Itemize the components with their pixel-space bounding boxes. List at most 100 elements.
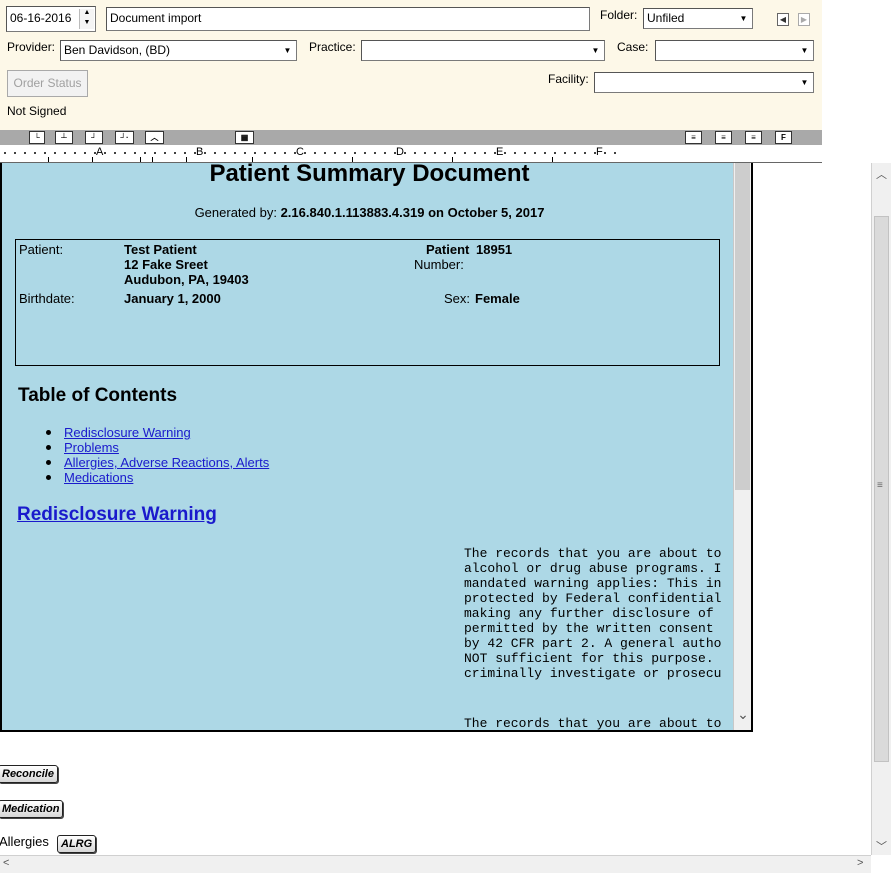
practice-select[interactable]: ▼ bbox=[361, 40, 605, 61]
generated-by-oid: 2.16.840.1.113883.4.319 bbox=[280, 205, 425, 220]
scroll-down-icon[interactable]: ﹀ bbox=[876, 838, 887, 854]
chevron-down-icon: ▼ bbox=[280, 42, 295, 59]
folder-select[interactable]: Unfiled ▼ bbox=[643, 8, 753, 29]
warning-line: mandated warning applies: This in bbox=[464, 576, 722, 591]
align-center-icon[interactable]: ≡ bbox=[715, 131, 732, 144]
scroll-up-icon[interactable]: ︿ bbox=[876, 166, 887, 182]
provider-value: Ben Davidson, (BD) bbox=[64, 43, 171, 57]
ruler[interactable]: A B C D E F bbox=[0, 145, 822, 163]
ruler-tick bbox=[452, 157, 453, 162]
warning-line: The records that you are about to bbox=[464, 546, 722, 561]
ruler-letter: B bbox=[196, 146, 204, 158]
toc-item: Redisclosure Warning bbox=[46, 425, 269, 440]
chevron-down-icon[interactable]: ⌄ bbox=[734, 706, 751, 722]
reconcile-button[interactable]: Reconcile bbox=[0, 765, 58, 783]
practice-label: Practice: bbox=[309, 40, 356, 54]
warning-line: making any further disclosure of bbox=[464, 606, 714, 621]
prev-document-icon[interactable]: ◀ bbox=[777, 13, 789, 26]
next-document-icon[interactable]: ▶ bbox=[798, 13, 810, 26]
patient-address-line-2: Audubon, PA, 19403 bbox=[124, 272, 249, 287]
decimal-tab-icon[interactable]: ┘· bbox=[115, 131, 134, 144]
generated-prefix: Generated by: bbox=[194, 205, 277, 220]
toc-link-redisclosure[interactable]: Redisclosure Warning bbox=[64, 425, 191, 440]
toc-item: Medications bbox=[46, 470, 269, 485]
provider-label: Provider: bbox=[7, 40, 56, 54]
patient-number: 18951 bbox=[476, 242, 513, 257]
warning-line: The records that you are about to bbox=[464, 716, 722, 731]
generated-on-word: on bbox=[428, 205, 444, 220]
facility-select[interactable]: ▼ bbox=[594, 72, 814, 93]
ruler-tick bbox=[140, 157, 141, 162]
sex-value: Female bbox=[475, 291, 520, 306]
align-tab-left-icon[interactable]: └ bbox=[29, 131, 45, 144]
facility-label: Facility: bbox=[548, 72, 589, 86]
ruler-dots bbox=[0, 152, 620, 154]
justify-icon[interactable]: F bbox=[775, 131, 792, 144]
sex-label: Sex: bbox=[444, 291, 471, 306]
ruler-tick bbox=[252, 157, 253, 162]
grip-icon: ≡ bbox=[877, 480, 883, 491]
ruler-letter: C bbox=[296, 146, 304, 158]
document-title: Patient Summary Document bbox=[209, 163, 530, 187]
order-status-button[interactable]: Order Status bbox=[7, 70, 88, 97]
date-down-arrow[interactable]: ▼ bbox=[79, 19, 94, 29]
toc-heading: Table of Contents bbox=[18, 385, 178, 406]
toc-link-medications[interactable]: Medications bbox=[64, 470, 133, 485]
ruler-tick bbox=[152, 157, 153, 162]
document-viewer[interactable]: Patient Summary Document Generated by: 2… bbox=[0, 163, 753, 732]
sign-status: Not Signed bbox=[7, 104, 67, 118]
scroll-left-icon[interactable]: < bbox=[3, 857, 9, 869]
align-tab-center-icon[interactable]: ┴ bbox=[55, 131, 73, 144]
medication-button[interactable]: Medication bbox=[0, 800, 64, 818]
ruler-letter: D bbox=[396, 146, 404, 158]
patient-info-box: Patient: Test Patient 12 Fake Sreet Audu… bbox=[15, 239, 720, 366]
patient-number-label-2: Number: bbox=[414, 257, 464, 272]
patient-name: Test Patient bbox=[124, 242, 197, 257]
alrg-button[interactable]: ALRG bbox=[57, 835, 97, 853]
folder-label: Folder: bbox=[600, 8, 638, 22]
wave-icon[interactable]: ︿ bbox=[145, 131, 164, 144]
ruler-tick bbox=[552, 157, 553, 162]
toc-link-allergies[interactable]: Allergies, Adverse Reactions, Alerts bbox=[64, 455, 269, 470]
toc-link-problems[interactable]: Problems bbox=[64, 440, 119, 455]
scroll-right-icon[interactable]: > bbox=[857, 857, 863, 869]
align-tab-right-icon[interactable]: ┘ bbox=[85, 131, 103, 144]
birthdate-value: January 1, 2000 bbox=[124, 291, 221, 306]
birthdate-label: Birthdate: bbox=[19, 291, 75, 306]
header-form: 06-16-2016 ▲ ▼ Document import Folder: U… bbox=[0, 0, 822, 130]
viewer-scroll-thumb[interactable] bbox=[735, 163, 750, 490]
document-import-window: 06-16-2016 ▲ ▼ Document import Folder: U… bbox=[0, 0, 891, 873]
warning-line: protected by Federal confidential bbox=[464, 591, 722, 606]
description-field[interactable]: Document import bbox=[106, 7, 590, 31]
align-right-icon[interactable]: ≡ bbox=[745, 131, 762, 144]
chevron-down-icon: ▼ bbox=[588, 42, 603, 59]
table-icon[interactable]: ▦ bbox=[235, 131, 254, 144]
page-vertical-scrollbar[interactable]: ︿ ≡ ﹀ bbox=[871, 163, 891, 855]
patient-number-label: Patient bbox=[426, 242, 470, 257]
generated-by-line: Generated by: 2.16.840.1.113883.4.319 on… bbox=[2, 205, 737, 220]
warning-line: NOT sufficient for this purpose. bbox=[464, 651, 714, 666]
date-field[interactable]: 06-16-2016 ▲ ▼ bbox=[6, 6, 96, 32]
warning-line: by 42 CFR part 2. A general autho bbox=[464, 636, 722, 651]
align-left-icon[interactable]: ≡ bbox=[685, 131, 702, 144]
date-up-arrow[interactable]: ▲ bbox=[79, 9, 94, 19]
viewer-scrollbar[interactable]: ⌄ bbox=[733, 163, 751, 730]
format-toolbar: └ ┴ ┘ ┘· ︿ ▦ ≡ ≡ ≡ F bbox=[0, 130, 822, 145]
ruler-letter: A bbox=[96, 146, 104, 158]
warning-line: alcohol or drug abuse programs. I bbox=[464, 561, 722, 576]
warning-line: criminally investigate or prosecu bbox=[464, 666, 722, 681]
ruler-tick bbox=[352, 157, 353, 162]
case-select[interactable]: ▼ bbox=[655, 40, 814, 61]
patient-label: Patient: bbox=[19, 242, 64, 257]
toc-list: Redisclosure Warning Problems Allergies,… bbox=[46, 425, 269, 485]
chevron-down-icon: ▼ bbox=[797, 42, 812, 59]
redisclosure-heading[interactable]: Redisclosure Warning bbox=[17, 504, 217, 526]
patient-address-line-1: 12 Fake Sreet bbox=[124, 257, 208, 272]
ruler-tick bbox=[92, 157, 93, 162]
ruler-letter: F bbox=[596, 146, 603, 158]
description-value: Document import bbox=[110, 11, 202, 25]
page-horizontal-scrollbar[interactable]: < > bbox=[0, 855, 871, 873]
provider-select[interactable]: Ben Davidson, (BD) ▼ bbox=[60, 40, 297, 61]
date-value: 06-16-2016 bbox=[10, 11, 72, 25]
ruler-tick bbox=[186, 157, 187, 162]
